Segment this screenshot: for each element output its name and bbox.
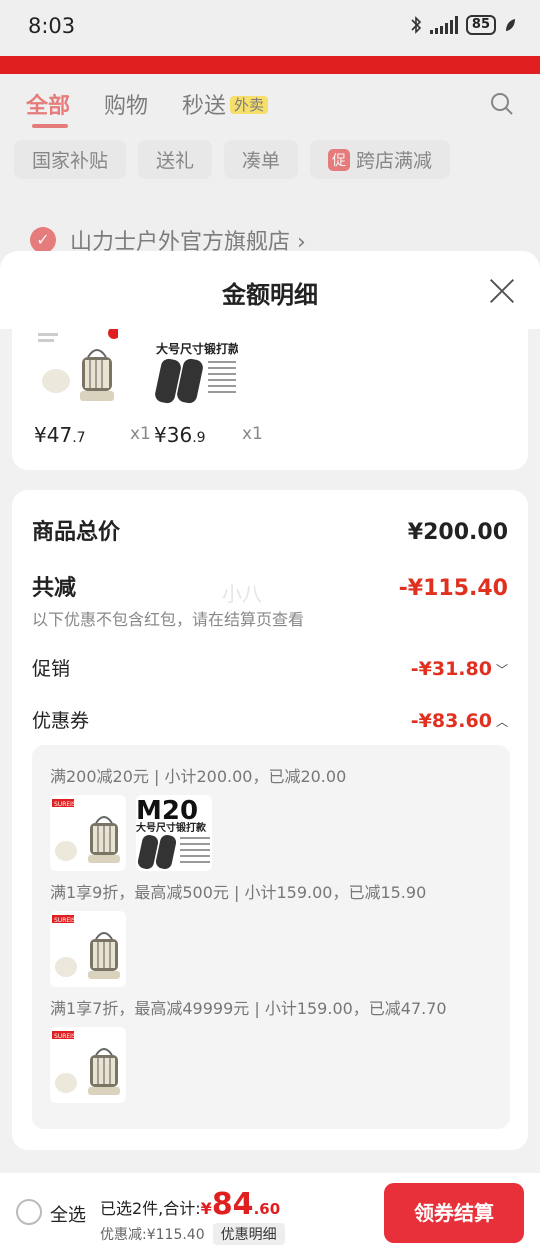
svg-text:SUREIS: SUREIS bbox=[54, 917, 76, 924]
product-price: ¥47.7 bbox=[34, 423, 86, 447]
promo-icon: 促 bbox=[328, 148, 351, 171]
product-lantern[interactable]: ¥47.7 x1 bbox=[34, 329, 151, 447]
lantern-thumb: SUREIS bbox=[50, 795, 126, 871]
battery-icon: 85 bbox=[465, 15, 496, 35]
coupon-row[interactable]: 优惠券 -¥83.60 ︿ bbox=[32, 706, 508, 733]
svg-text:SUREIS: SUREIS bbox=[54, 801, 76, 808]
total-reduce-value: -¥115.40 bbox=[398, 576, 508, 601]
promo-row[interactable]: 促销 -¥31.80 ﹀ bbox=[32, 654, 508, 681]
signal-icon bbox=[429, 16, 458, 34]
svg-text:大号尺寸锻打款: 大号尺寸锻打款 bbox=[156, 341, 238, 356]
watermark: 小八 bbox=[222, 582, 262, 606]
m20-image: 大号尺寸锻打款 bbox=[154, 329, 238, 407]
sheet-title: 金额明细 bbox=[222, 281, 318, 309]
products-card: ¥47.7 x1 大号尺寸锻打款 ¥36.9 x1 bbox=[12, 329, 528, 470]
coupon-products: SUREIS bbox=[50, 911, 126, 987]
product-price: ¥36.9 bbox=[154, 423, 206, 447]
checkout-button[interactable]: 领券结算 bbox=[384, 1183, 524, 1243]
coupon-line: 满1享9折，最高减500元 | 小计159.00，已减15.90 bbox=[50, 883, 427, 902]
header-red-band bbox=[0, 56, 540, 74]
status-time: 8:03 bbox=[28, 14, 76, 38]
total-reduce-row: 共减 -¥115.40 bbox=[32, 570, 508, 602]
checkout-bar: 全选 已选2件,合计: ¥ 84 .60 优惠减:¥115.40 优惠明细 领券… bbox=[0, 1173, 540, 1252]
cart-tabs: 全部 购物 秒送 外卖 bbox=[26, 88, 269, 128]
svg-text:M20: M20 bbox=[136, 796, 198, 826]
chevron-down-icon: ﹀ bbox=[495, 662, 508, 677]
lantern-thumb: SUREIS bbox=[50, 1027, 126, 1103]
sheet-header: 金额明细 bbox=[0, 251, 540, 329]
close-icon[interactable] bbox=[488, 277, 516, 305]
product-qty: x1 bbox=[130, 424, 151, 444]
takeout-badge: 外卖 bbox=[230, 96, 269, 114]
coupon-products: SUREIS M20 大号尺寸锻打款 bbox=[50, 795, 212, 871]
discount-text: 优惠减:¥115.40 bbox=[100, 1227, 205, 1243]
promo-value: -¥31.80 ﹀ bbox=[410, 658, 508, 680]
chip-gift[interactable]: 送礼 bbox=[138, 140, 213, 179]
chip-national-subsidy[interactable]: 国家补贴 bbox=[14, 140, 127, 179]
coupon-label: 优惠券 bbox=[32, 710, 90, 732]
coupon-value: -¥83.60 ︿ bbox=[410, 710, 508, 732]
select-all-label[interactable]: 全选 bbox=[50, 1201, 86, 1227]
total-reduce-label: 共减 bbox=[32, 576, 77, 601]
background-cart-page: 全部 购物 秒送 外卖 国家补贴 送礼 凑单 促跨店满减 ✓ 山力士户外官方旗舰店… bbox=[0, 74, 540, 264]
product-m20-hammer[interactable]: 大号尺寸锻打款 ¥36.9 x1 bbox=[154, 329, 263, 447]
reduce-note: 以下优惠不包含红包，请在结算页查看 bbox=[32, 610, 305, 629]
coupon-detail-box: 满200减20元 | 小计200.00，已减20.00 SUREIS M20 大… bbox=[32, 745, 510, 1129]
discount-line: 优惠减:¥115.40 优惠明细 bbox=[100, 1223, 285, 1245]
total-price-value: ¥200.00 bbox=[407, 520, 508, 545]
select-all-radio[interactable] bbox=[16, 1199, 42, 1225]
tab-express[interactable]: 秒送 外卖 bbox=[182, 88, 269, 120]
status-icons: 85 bbox=[410, 15, 516, 35]
coupon-line: 满200减20元 | 小计200.00，已减20.00 bbox=[50, 767, 347, 786]
m20-thumb: M20 大号尺寸锻打款 bbox=[136, 795, 212, 871]
check-icon[interactable]: ✓ bbox=[30, 227, 56, 253]
promo-label: 促销 bbox=[32, 658, 71, 680]
selected-count-text: 已选2件,合计: bbox=[100, 1199, 201, 1218]
product-qty: x1 bbox=[242, 424, 263, 444]
tab-shopping[interactable]: 购物 bbox=[104, 88, 148, 120]
amount-detail-sheet: 金额明细 ¥47.7 x1 大号尺寸锻打款 ¥36.9 x1 商品总价 ¥200… bbox=[0, 251, 540, 1252]
total-decimal: .60 bbox=[253, 1200, 281, 1218]
discount-detail-button[interactable]: 优惠明细 bbox=[212, 1223, 285, 1245]
total-price-row: 商品总价 ¥200.00 bbox=[32, 514, 508, 546]
total-price-label: 商品总价 bbox=[32, 520, 121, 545]
total-integer: 84 bbox=[211, 1187, 254, 1222]
svg-text:大号尺寸锻打款: 大号尺寸锻打款 bbox=[136, 821, 207, 834]
svg-text:SUREIS: SUREIS bbox=[54, 1033, 76, 1040]
bluetooth-icon bbox=[411, 16, 422, 34]
chevron-up-icon: ︿ bbox=[495, 714, 508, 729]
coupon-products: SUREIS bbox=[50, 1027, 126, 1103]
filter-chips: 国家补贴 送礼 凑单 促跨店满减 bbox=[14, 140, 451, 179]
selected-total: 已选2件,合计: ¥ 84 .60 bbox=[100, 1187, 280, 1222]
coupon-line: 满1享7折，最高减49999元 | 小计159.00，已减47.70 bbox=[50, 999, 447, 1018]
tab-all[interactable]: 全部 bbox=[26, 88, 70, 128]
lantern-image bbox=[34, 329, 118, 407]
chip-add-on[interactable]: 凑单 bbox=[224, 140, 299, 179]
leaf-icon bbox=[506, 19, 515, 31]
summary-card: 商品总价 ¥200.00 共减 -¥115.40 以下优惠不包含红包，请在结算页… bbox=[12, 490, 528, 1150]
chip-cross-store[interactable]: 促跨店满减 bbox=[310, 140, 451, 179]
search-icon[interactable] bbox=[490, 92, 514, 116]
status-bar: 8:03 85 bbox=[0, 0, 540, 56]
total-currency: ¥ bbox=[200, 1199, 212, 1218]
lantern-thumb: SUREIS bbox=[50, 911, 126, 987]
